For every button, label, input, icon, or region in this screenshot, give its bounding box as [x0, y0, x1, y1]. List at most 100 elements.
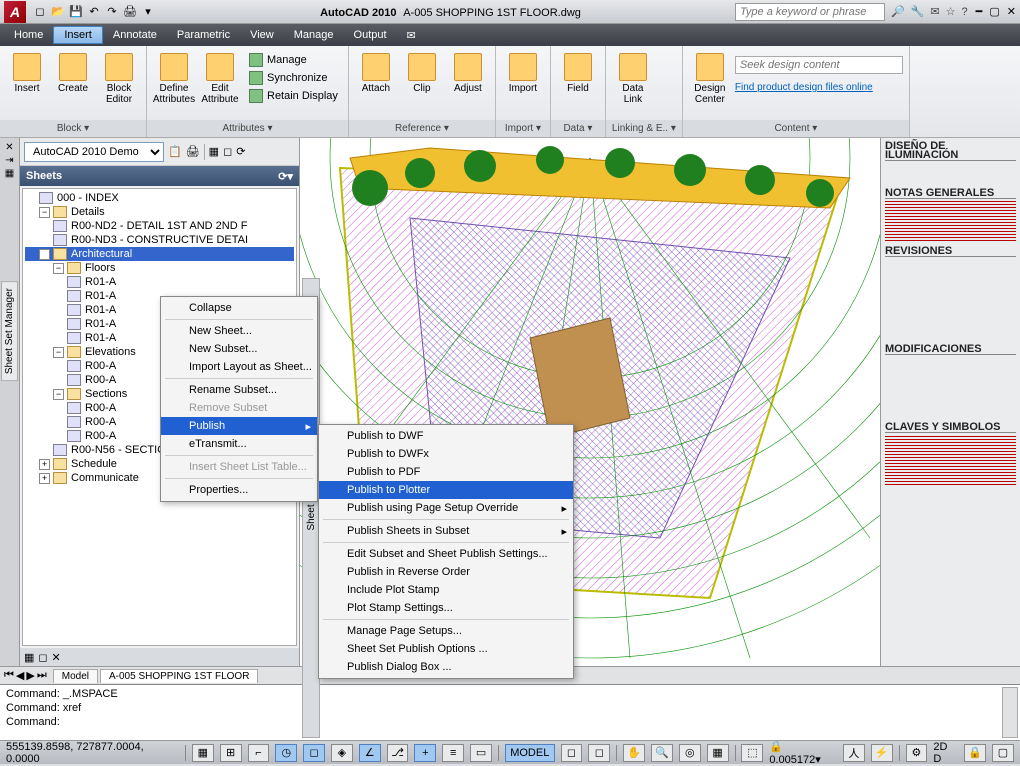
tab-view[interactable]: View	[240, 27, 284, 43]
qat-redo-icon[interactable]: ↷	[104, 4, 120, 20]
menu-publish-to-plotter[interactable]: Publish to Plotter	[319, 481, 573, 499]
menu-plot-stamp-settings-[interactable]: Plot Stamp Settings...	[319, 599, 573, 617]
menu-edit-subset-and-sheet-publish-settings-[interactable]: Edit Subset and Sheet Publish Settings..…	[319, 545, 573, 563]
palette-menu-icon[interactable]: ▦	[5, 168, 14, 179]
menu-publish-using-page-setup-override[interactable]: Publish using Page Setup Override▸	[319, 499, 573, 517]
qv-layouts-btn[interactable]: ◻	[561, 744, 583, 762]
otrack-btn[interactable]: ∠	[359, 744, 381, 762]
qat-undo-icon[interactable]: ↶	[86, 4, 102, 20]
tab-next-icon[interactable]: ▶	[26, 669, 34, 682]
palette-close-icon[interactable]: ✕	[5, 142, 13, 153]
tab-prev-icon[interactable]: ◀	[16, 669, 24, 682]
pan-btn[interactable]: ✋	[623, 744, 645, 762]
ssm-btm-icon2[interactable]: ◻	[38, 651, 47, 664]
ducs-btn[interactable]: ⎇	[387, 744, 409, 762]
showmotion-btn[interactable]: ▦	[707, 744, 729, 762]
toolbar-lock-btn[interactable]: 🔒	[964, 744, 986, 762]
menu-collapse[interactable]: Collapse	[161, 299, 317, 317]
tab-first-icon[interactable]: ⏮	[4, 669, 14, 682]
dyn-btn[interactable]: +	[414, 744, 436, 762]
menu-rename-subset-[interactable]: Rename Subset...	[161, 381, 317, 399]
ws-btn[interactable]: ⚙	[906, 744, 928, 762]
menu-import-layout-as-sheet-[interactable]: Import Layout as Sheet...	[161, 358, 317, 376]
menu-publish-to-dwf[interactable]: Publish to DWF	[319, 427, 573, 445]
binoculars-icon[interactable]: 🔎	[891, 5, 905, 18]
osnap-btn[interactable]: ◻	[303, 744, 325, 762]
create-btn[interactable]: Create	[52, 50, 94, 97]
zoom-btn[interactable]: 🔍	[651, 744, 673, 762]
ssm-btm-icon3[interactable]: ✕	[52, 651, 61, 664]
qv-drawings-btn[interactable]: ◻	[588, 744, 610, 762]
qat-new-icon[interactable]: ◻	[32, 4, 48, 20]
infocenter-search[interactable]	[735, 3, 885, 21]
sync-btn[interactable]: Synchronize	[247, 70, 340, 86]
tab-parametric[interactable]: Parametric	[167, 27, 240, 43]
polar-btn[interactable]: ◷	[275, 744, 297, 762]
annoscale-btn[interactable]: ⬚	[741, 744, 763, 762]
tab-output[interactable]: Output	[344, 27, 397, 43]
tree-sheet[interactable]: R00-ND3 - CONSTRUCTIVE DETAI	[25, 233, 294, 247]
tab-insert[interactable]: Insert	[53, 26, 103, 44]
layout-tab[interactable]: A-005 SHOPPING 1ST FLOOR	[100, 669, 258, 683]
model-paper-btn[interactable]: MODEL	[505, 744, 555, 762]
ssm-btm-icon1[interactable]: ▦	[24, 651, 34, 664]
menu-new-sheet-[interactable]: New Sheet...	[161, 322, 317, 340]
annoscale-value[interactable]: 🔒 0.005172▾	[769, 740, 837, 766]
ssm-icon1[interactable]: 📋	[168, 145, 182, 158]
tree-sheet[interactable]: 000 - INDEX	[25, 191, 294, 205]
content-link[interactable]: Find product design files online	[735, 82, 903, 93]
palette-autohide-icon[interactable]: ⇥	[5, 155, 13, 166]
app-logo[interactable]: A	[4, 1, 26, 23]
adjust-btn[interactable]: Adjust	[447, 50, 489, 97]
maximize-icon[interactable]: ▢	[989, 5, 999, 18]
define-attr-btn[interactable]: DefineAttributes	[153, 50, 195, 108]
menu-publish-to-dwfx[interactable]: Publish to DWFx	[319, 445, 573, 463]
tab-annotate[interactable]: Annotate	[103, 27, 167, 43]
ssm-icon4[interactable]: ◻	[223, 145, 232, 158]
field-btn[interactable]: Field	[557, 50, 599, 97]
snap-btn[interactable]: ▦	[192, 744, 214, 762]
insert-btn[interactable]: Insert	[6, 50, 48, 97]
key-icon[interactable]: 🔧	[911, 5, 925, 18]
menu-publish-in-reverse-order[interactable]: Publish in Reverse Order	[319, 563, 573, 581]
comm-icon[interactable]: ✉	[930, 5, 939, 18]
lwt-btn[interactable]: ≡	[442, 744, 464, 762]
manage-btn[interactable]: Manage	[247, 52, 340, 68]
tree-sheet[interactable]: R00-ND2 - DETAIL 1ST AND 2ND F	[25, 219, 294, 233]
sheets-refresh-icon[interactable]: ⟳▾	[278, 170, 293, 183]
ssm-icon3[interactable]: ▦	[209, 145, 219, 158]
close-icon[interactable]: ✕	[1007, 5, 1016, 18]
menu-publish[interactable]: Publish▸	[161, 417, 317, 435]
minimize-icon[interactable]: ━	[976, 5, 983, 18]
menu-new-subset-[interactable]: New Subset...	[161, 340, 317, 358]
edit-attr-btn[interactable]: EditAttribute	[199, 50, 241, 108]
menu-publish-sheets-in-subset[interactable]: Publish Sheets in Subset▸	[319, 522, 573, 540]
menu-include-plot-stamp[interactable]: Include Plot Stamp	[319, 581, 573, 599]
annoauto-btn[interactable]: ⚡	[871, 744, 893, 762]
cleanscreen-btn[interactable]: ▢	[992, 744, 1014, 762]
menu-publish-dialog-box-[interactable]: Publish Dialog Box ...	[319, 658, 573, 676]
datalink-btn[interactable]: DataLink	[612, 50, 654, 108]
tree-folder[interactable]: −Details	[25, 205, 294, 219]
menu-publish-to-pdf[interactable]: Publish to PDF	[319, 463, 573, 481]
ssm-icon5[interactable]: ⟳	[236, 145, 245, 158]
tree-sheet[interactable]: R01-A	[25, 275, 294, 289]
menu-sheet-set-publish-options-[interactable]: Sheet Set Publish Options ...	[319, 640, 573, 658]
menu-etransmit-[interactable]: eTransmit...	[161, 435, 317, 453]
wheel-btn[interactable]: ◎	[679, 744, 701, 762]
grid-btn[interactable]: ⊞	[220, 744, 242, 762]
3dosnap-btn[interactable]: ◈	[331, 744, 353, 762]
tree-folder[interactable]: −Floors	[25, 261, 294, 275]
sheet-set-dropdown[interactable]: AutoCAD 2010 Demo	[24, 142, 164, 162]
qat-save-icon[interactable]: 💾	[68, 4, 84, 20]
tab-last-icon[interactable]: ⏭	[37, 669, 47, 682]
favorite-icon[interactable]: ☆	[946, 5, 956, 18]
design-center-btn[interactable]: Design Center	[689, 50, 731, 108]
qat-open-icon[interactable]: 📂	[50, 4, 66, 20]
tree-folder[interactable]: −Architectural	[25, 247, 294, 261]
attach-btn[interactable]: Attach	[355, 50, 397, 97]
model-tab[interactable]: Model	[53, 669, 98, 683]
block-editor-btn[interactable]: BlockEditor	[98, 50, 140, 108]
import-btn[interactable]: Import	[502, 50, 544, 97]
annovis-btn[interactable]: 人	[843, 744, 865, 762]
